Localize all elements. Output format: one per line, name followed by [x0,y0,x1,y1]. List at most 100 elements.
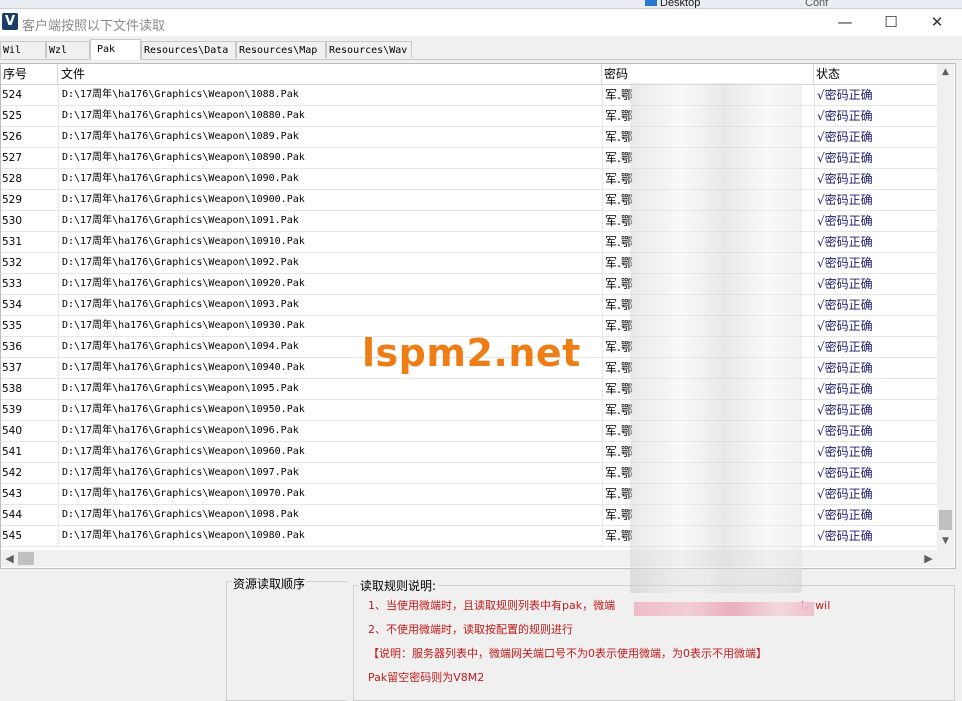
row-status: √密码正确 [814,358,937,378]
row-index: 538 [2,383,23,395]
row-index: 525 [2,110,23,122]
column-header-file[interactable]: 文件 [58,64,602,84]
row-status: √密码正确 [814,190,937,210]
horizontal-scroll-thumb[interactable] [18,552,34,565]
row-index: 529 [2,194,23,206]
row-file-path: D:\17周年\ha176\Graphics\Weapon\10980.Pak [58,526,602,546]
minimize-button[interactable]: — [822,9,868,36]
row-file-path: D:\17周年\ha176\Graphics\Weapon\10960.Pak [58,442,602,462]
row-status: √密码正确 [814,295,937,315]
row-file-path: D:\17周年\ha176\Graphics\Weapon\1092.Pak [58,253,602,273]
tab-resources-data[interactable]: Resources\Data [141,41,236,58]
scroll-up-icon[interactable]: ▲ [937,64,954,81]
row-file-path: D:\17周年\ha176\Graphics\Weapon\1088.Pak [58,85,602,105]
row-index: 535 [2,320,23,332]
tab-bar: Wil Wzl Pak Resources\Data Resources\Map… [0,39,962,60]
row-file-path: D:\17周年\ha176\Graphics\Weapon\10950.Pak [58,400,602,420]
tab-pak[interactable]: Pak [90,39,141,60]
row-status: √密码正确 [814,274,937,294]
rule-redaction-blur [634,602,814,616]
window-title: 客户端按照以下文件读取 [22,19,166,34]
row-file-path: D:\17周年\ha176\Graphics\Weapon\10970.Pak [58,484,602,504]
row-index: 537 [2,362,23,374]
row-status: √密码正确 [814,463,937,483]
column-header-status[interactable]: 状态 [814,64,937,84]
rule-line-1-start: 1、当使用微端时，且读取规则列表中有pak，微端 [368,599,616,612]
row-file-path: D:\17周年\ha176\Graphics\Weapon\1097.Pak [58,463,602,483]
row-file-path: D:\17周年\ha176\Graphics\Weapon\1089.Pak [58,127,602,147]
row-status: √密码正确 [814,421,937,441]
row-index: 544 [2,509,23,521]
list-header: 序号 文件 密码 状态 [1,64,937,85]
tab-resources-map[interactable]: Resources\Map [236,41,326,58]
tab-wzl[interactable]: Wzl [46,41,90,58]
row-index: 524 [2,89,23,101]
rule-line-2: 2、不使用微端时，读取按配置的规则进行 [368,623,573,636]
row-index: 540 [2,425,23,437]
row-file-path: D:\17周年\ha176\Graphics\Weapon\1090.Pak [58,169,602,189]
row-file-path: D:\17周年\ha176\Graphics\Weapon\1098.Pak [58,505,602,525]
row-status: √密码正确 [814,169,937,189]
column-header-index[interactable]: 序号 [1,64,58,84]
row-file-path: D:\17周年\ha176\Graphics\Weapon\1095.Pak [58,379,602,399]
row-status: √密码正确 [814,85,937,105]
row-file-path: D:\17周年\ha176\Graphics\Weapon\10880.Pak [58,106,602,126]
row-file-path: D:\17周年\ha176\Graphics\Weapon\10890.Pak [58,148,602,168]
tab-wil[interactable]: Wil [0,41,46,58]
title-bar[interactable]: V 客户端按照以下文件读取 — ☐ ✕ [0,9,962,36]
row-status: √密码正确 [814,337,937,357]
row-status: √密码正确 [814,253,937,273]
close-button[interactable]: ✕ [914,9,960,36]
row-index: 526 [2,131,23,143]
rules-label: 读取规则说明: [358,577,439,594]
row-file-path: D:\17周年\ha176\Graphics\Weapon\1093.Pak [58,295,602,315]
row-index: 533 [2,278,23,290]
row-index: 530 [2,215,23,227]
row-file-path: D:\17周年\ha176\Graphics\Weapon\10910.Pak [58,232,602,252]
row-file-path: D:\17周年\ha176\Graphics\Weapon\1091.Pak [58,211,602,231]
row-status: √密码正确 [814,400,937,420]
folder-icon [645,0,657,6]
row-index: 534 [2,299,23,311]
file-list-view[interactable]: 序号 文件 密码 状态 524 D:\17周年\ha176\Graphics\We… [0,63,956,569]
vertical-scrollbar[interactable]: ▲ ▼ [937,64,954,550]
password-redaction-blur [630,83,802,593]
maximize-button[interactable]: ☐ [868,9,914,36]
row-status: √密码正确 [814,127,937,147]
row-status: √密码正确 [814,148,937,168]
column-header-password[interactable]: 密码 [602,64,814,84]
row-index: 531 [2,236,23,248]
row-index: 545 [2,530,23,542]
row-index: 527 [2,152,23,164]
row-status: √密码正确 [814,505,937,525]
app-icon: V [2,13,18,30]
row-index: 541 [2,446,23,458]
scroll-right-icon[interactable]: ▶ [920,550,937,567]
row-status: √密码正确 [814,379,937,399]
row-status: √密码正确 [814,526,937,546]
resource-order-label: 资源读取顺序 [232,575,307,592]
row-status: √密码正确 [814,442,937,462]
row-status: √密码正确 [814,484,937,504]
row-index: 536 [2,341,23,353]
vertical-scroll-thumb[interactable] [939,510,952,530]
row-index: 543 [2,488,23,500]
tab-resources-wav[interactable]: Resources\Wav [326,41,412,58]
row-file-path: D:\17周年\ha176\Graphics\Weapon\1096.Pak [58,421,602,441]
app-window: V 客户端按照以下文件读取 — ☐ ✕ Wil Wzl Pak Resource… [0,8,962,701]
watermark-text: lspm2.net [362,331,581,375]
row-file-path: D:\17周年\ha176\Graphics\Weapon\10900.Pak [58,190,602,210]
row-index: 539 [2,404,23,416]
row-status: √密码正确 [814,106,937,126]
scroll-left-icon[interactable]: ◀ [1,550,18,567]
row-status: √密码正确 [814,232,937,252]
scroll-corner [937,550,954,567]
row-file-path: D:\17周年\ha176\Graphics\Weapon\10920.Pak [58,274,602,294]
row-index: 528 [2,173,23,185]
row-index: 542 [2,467,23,479]
resource-order-box[interactable] [226,581,347,701]
rule-line-3: 【说明：服务器列表中，微端网关端口号不为0表示使用微端，为0表示不用微端】 [368,647,767,660]
row-status: √密码正确 [814,211,937,231]
row-status: √密码正确 [814,316,937,336]
scroll-down-icon[interactable]: ▼ [937,533,954,550]
